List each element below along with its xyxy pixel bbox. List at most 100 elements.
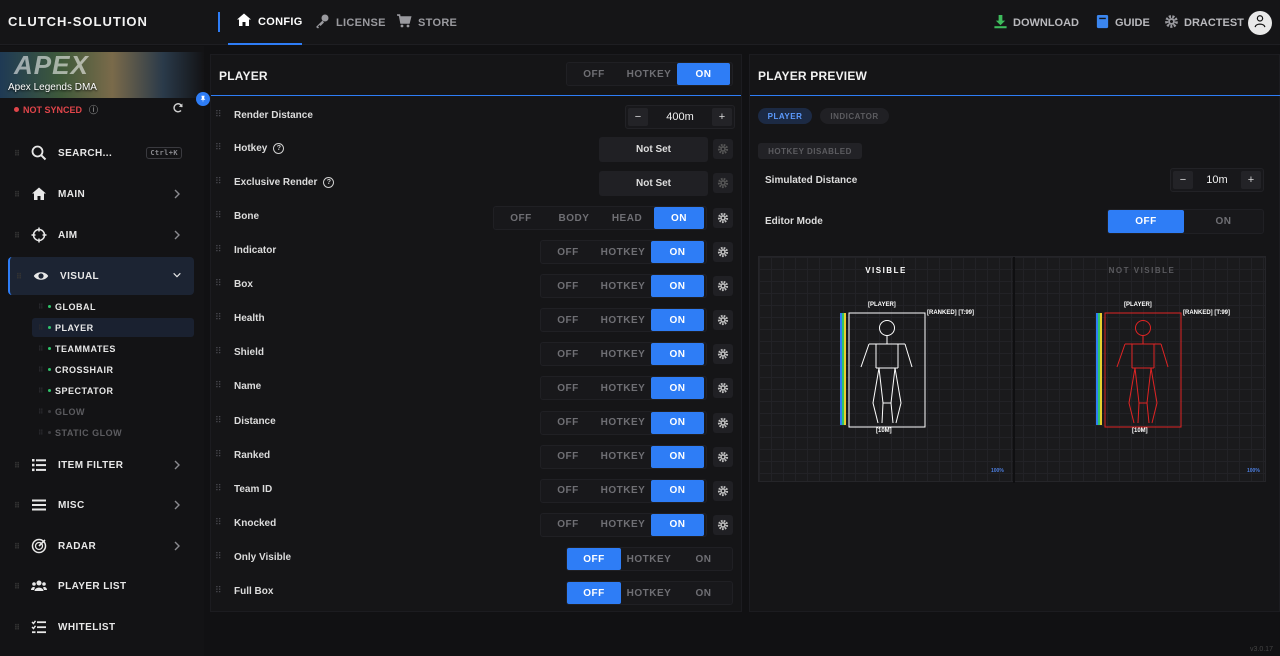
sidebar-subitem-player[interactable]: ⠿ PLAYER <box>32 318 194 337</box>
drag-handle-icon[interactable]: ⠿ <box>215 517 222 526</box>
option-off[interactable]: OFF <box>541 412 595 434</box>
guide-button[interactable]: GUIDE <box>1095 0 1150 45</box>
render-distance-value[interactable]: 400m <box>650 111 710 123</box>
game-banner[interactable]: APEX Apex Legends DMA <box>0 52 204 98</box>
option-hotkey[interactable]: HOTKEY <box>595 275 651 297</box>
sidebar-subitem-static-glow[interactable]: ⠿ STATIC GLOW <box>32 423 194 442</box>
tab-player[interactable]: PLAYER <box>758 108 812 124</box>
increment-button[interactable]: + <box>1241 171 1261 189</box>
option-on[interactable]: ON <box>651 445 704 468</box>
drag-handle-icon[interactable]: ⠿ <box>38 345 48 353</box>
option-body[interactable]: BODY <box>548 207 600 229</box>
pin-icon[interactable] <box>196 92 210 106</box>
option-off[interactable]: OFF <box>541 309 595 331</box>
drag-handle-icon[interactable]: ⠿ <box>215 449 222 458</box>
drag-handle-icon[interactable]: ⠿ <box>14 231 22 240</box>
gear-icon[interactable] <box>713 139 733 159</box>
option-off[interactable]: OFF <box>541 377 595 399</box>
decrement-button[interactable]: − <box>1173 171 1193 189</box>
option-on[interactable]: ON <box>651 241 704 263</box>
option-off[interactable]: OFF <box>541 514 595 536</box>
health-toggle[interactable]: OFF HOTKEY ON <box>540 308 707 333</box>
sidebar-item-item-filter[interactable]: ⠿ ITEM FILTER <box>8 447 194 483</box>
gear-icon[interactable] <box>713 446 733 467</box>
drag-handle-icon[interactable]: ⠿ <box>14 149 22 158</box>
option-on[interactable]: ON <box>651 377 704 400</box>
option-on[interactable]: ON <box>677 63 730 85</box>
option-on[interactable]: ON <box>677 582 730 604</box>
option-on[interactable]: ON <box>654 207 704 229</box>
tab-store[interactable]: STORE <box>396 0 457 45</box>
drag-handle-icon[interactable]: ⠿ <box>215 415 222 424</box>
drag-handle-icon[interactable]: ⠿ <box>38 408 48 416</box>
search-button[interactable]: ⠿ SEARCH... Ctrl+K <box>8 135 194 171</box>
option-hotkey[interactable]: HOTKEY <box>621 582 677 604</box>
sidebar-item-misc[interactable]: ⠿ MISC <box>8 487 194 523</box>
help-icon[interactable]: ? <box>323 177 335 188</box>
tab-config[interactable]: CONFIG <box>228 0 302 45</box>
gear-icon[interactable] <box>713 276 733 297</box>
full-box-toggle[interactable]: OFF HOTKEY ON <box>566 581 733 605</box>
option-off[interactable]: OFF <box>541 480 595 502</box>
sidebar-item-whitelist[interactable]: ⠿ WHITELIST <box>8 609 194 645</box>
option-on[interactable]: ON <box>1184 210 1263 233</box>
option-hotkey[interactable]: HOTKEY <box>621 548 677 570</box>
sidebar-subitem-global[interactable]: ⠿ GLOBAL <box>32 297 194 316</box>
indicator-toggle[interactable]: OFF HOTKEY ON <box>540 240 707 264</box>
decrement-button[interactable]: − <box>628 108 648 126</box>
sidebar-item-aim[interactable]: ⠿ AIM <box>8 217 194 253</box>
help-icon[interactable]: ? <box>273 143 285 154</box>
option-hotkey[interactable]: HOTKEY <box>595 309 651 331</box>
drag-handle-icon[interactable]: ⠿ <box>38 366 48 374</box>
option-head[interactable]: HEAD <box>600 207 654 229</box>
ranked-toggle[interactable]: OFF HOTKEY ON <box>540 444 707 469</box>
option-on[interactable]: ON <box>651 479 704 502</box>
option-off[interactable]: OFF <box>541 241 595 263</box>
gear-icon[interactable] <box>713 173 733 193</box>
increment-button[interactable]: + <box>712 108 732 126</box>
drag-handle-icon[interactable]: ⠿ <box>14 582 22 591</box>
option-hotkey[interactable]: HOTKEY <box>595 514 651 536</box>
drag-handle-icon[interactable]: ⠿ <box>215 110 222 119</box>
option-hotkey[interactable]: HOTKEY <box>595 377 651 399</box>
option-hotkey[interactable]: HOTKEY <box>595 241 651 263</box>
gear-icon[interactable] <box>713 480 733 501</box>
gear-icon[interactable] <box>713 344 733 365</box>
sidebar-subitem-teammates[interactable]: ⠿ TEAMMATES <box>32 339 194 358</box>
drag-handle-icon[interactable]: ⠿ <box>38 387 48 395</box>
drag-handle-icon[interactable]: ⠿ <box>215 143 222 152</box>
drag-handle-icon[interactable]: ⠿ <box>215 347 222 356</box>
distance-toggle[interactable]: OFF HOTKEY ON <box>540 410 707 435</box>
drag-handle-icon[interactable]: ⠿ <box>14 461 22 470</box>
drag-handle-icon[interactable]: ⠿ <box>38 324 48 332</box>
drag-handle-icon[interactable]: ⠿ <box>14 542 22 551</box>
hotkey-binding[interactable]: Not Set <box>599 137 708 162</box>
master-toggle[interactable]: OFF HOTKEY ON <box>566 62 733 86</box>
exclusive-render-binding[interactable]: Not Set <box>599 171 708 196</box>
option-off[interactable]: OFF <box>541 343 595 365</box>
drag-handle-icon[interactable]: ⠿ <box>14 623 22 632</box>
tab-license[interactable]: LICENSE <box>314 0 386 45</box>
gear-icon[interactable] <box>713 378 733 399</box>
sidebar-item-main[interactable]: ⠿ MAIN <box>8 176 194 212</box>
account-button[interactable]: DRACTEST <box>1164 0 1244 45</box>
simulated-distance-value[interactable]: 10m <box>1195 174 1239 186</box>
shield-toggle[interactable]: OFF HOTKEY ON <box>540 342 707 367</box>
option-off[interactable]: OFF <box>567 548 621 570</box>
option-on[interactable]: ON <box>651 411 704 434</box>
box-toggle[interactable]: OFF HOTKEY ON <box>540 274 707 299</box>
option-hotkey[interactable]: HOTKEY <box>595 343 651 365</box>
sidebar-item-visual[interactable]: ⠿ VISUAL <box>8 257 194 295</box>
option-on[interactable]: ON <box>651 309 704 332</box>
gear-icon[interactable] <box>713 514 733 535</box>
sidebar-item-player-list[interactable]: ⠿ PLAYER LIST <box>8 568 194 604</box>
bone-toggle[interactable]: OFF BODY HEAD ON <box>493 206 707 230</box>
option-off[interactable]: OFF <box>494 207 548 229</box>
option-hotkey[interactable]: HOTKEY <box>595 412 651 434</box>
option-off[interactable]: OFF <box>567 63 621 85</box>
knocked-toggle[interactable]: OFF HOTKEY ON <box>540 512 707 537</box>
option-off[interactable]: OFF <box>1108 210 1184 233</box>
drag-handle-icon[interactable]: ⠿ <box>215 245 222 254</box>
option-on[interactable]: ON <box>651 513 704 536</box>
option-on[interactable]: ON <box>677 548 730 570</box>
